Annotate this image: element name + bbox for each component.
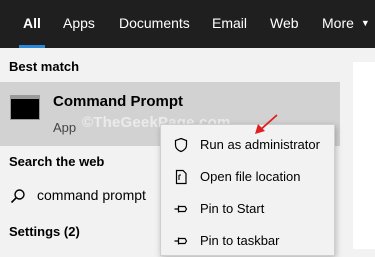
pin-icon bbox=[174, 237, 188, 245]
search-filter-tabs: All Apps Documents Email Web More ▼ bbox=[0, 0, 375, 48]
preview-card bbox=[353, 62, 375, 249]
menu-item-pin-to-taskbar[interactable]: Pin to taskbar bbox=[161, 225, 334, 257]
best-match-header: Best match bbox=[9, 59, 80, 74]
result-title: Command Prompt bbox=[53, 93, 184, 110]
search-web-header: Search the web bbox=[9, 154, 105, 169]
menu-item-label: Run as administrator bbox=[200, 137, 320, 152]
tab-apps-label: Apps bbox=[63, 15, 95, 31]
menu-item-open-file-location[interactable]: Open file location bbox=[161, 161, 334, 193]
tab-all[interactable]: All bbox=[19, 0, 45, 48]
tab-web-label: Web bbox=[270, 15, 299, 31]
menu-item-label: Pin to taskbar bbox=[200, 233, 280, 248]
menu-item-pin-to-start[interactable]: Pin to Start bbox=[161, 193, 334, 225]
tab-all-label: All bbox=[23, 15, 41, 31]
tab-apps[interactable]: Apps bbox=[63, 0, 95, 48]
pin-icon bbox=[174, 205, 188, 213]
tab-documents-label: Documents bbox=[119, 15, 190, 31]
context-menu: Run as administrator Open file location … bbox=[160, 124, 335, 256]
file-icon bbox=[175, 169, 187, 185]
tab-email-label: Email bbox=[212, 15, 248, 31]
annotation-arrow-icon bbox=[255, 114, 278, 134]
result-subtitle: App bbox=[53, 120, 77, 135]
web-search-query: command prompt bbox=[37, 187, 146, 203]
search-icon bbox=[10, 189, 25, 204]
tab-documents[interactable]: Documents bbox=[119, 0, 190, 48]
tab-email[interactable]: Email bbox=[212, 0, 247, 48]
tab-more[interactable]: More ▼ bbox=[322, 0, 370, 48]
menu-item-label: Open file location bbox=[200, 169, 301, 184]
settings-header[interactable]: Settings (2) bbox=[9, 224, 80, 239]
preview-pane bbox=[340, 48, 375, 249]
menu-item-run-as-administrator[interactable]: Run as administrator bbox=[161, 129, 334, 161]
tab-web[interactable]: Web bbox=[270, 0, 299, 48]
shield-icon bbox=[174, 137, 188, 153]
command-prompt-icon bbox=[10, 95, 40, 120]
menu-item-label: Pin to Start bbox=[200, 201, 265, 216]
tab-more-label: More bbox=[322, 15, 354, 31]
chevron-down-icon: ▼ bbox=[360, 18, 370, 28]
